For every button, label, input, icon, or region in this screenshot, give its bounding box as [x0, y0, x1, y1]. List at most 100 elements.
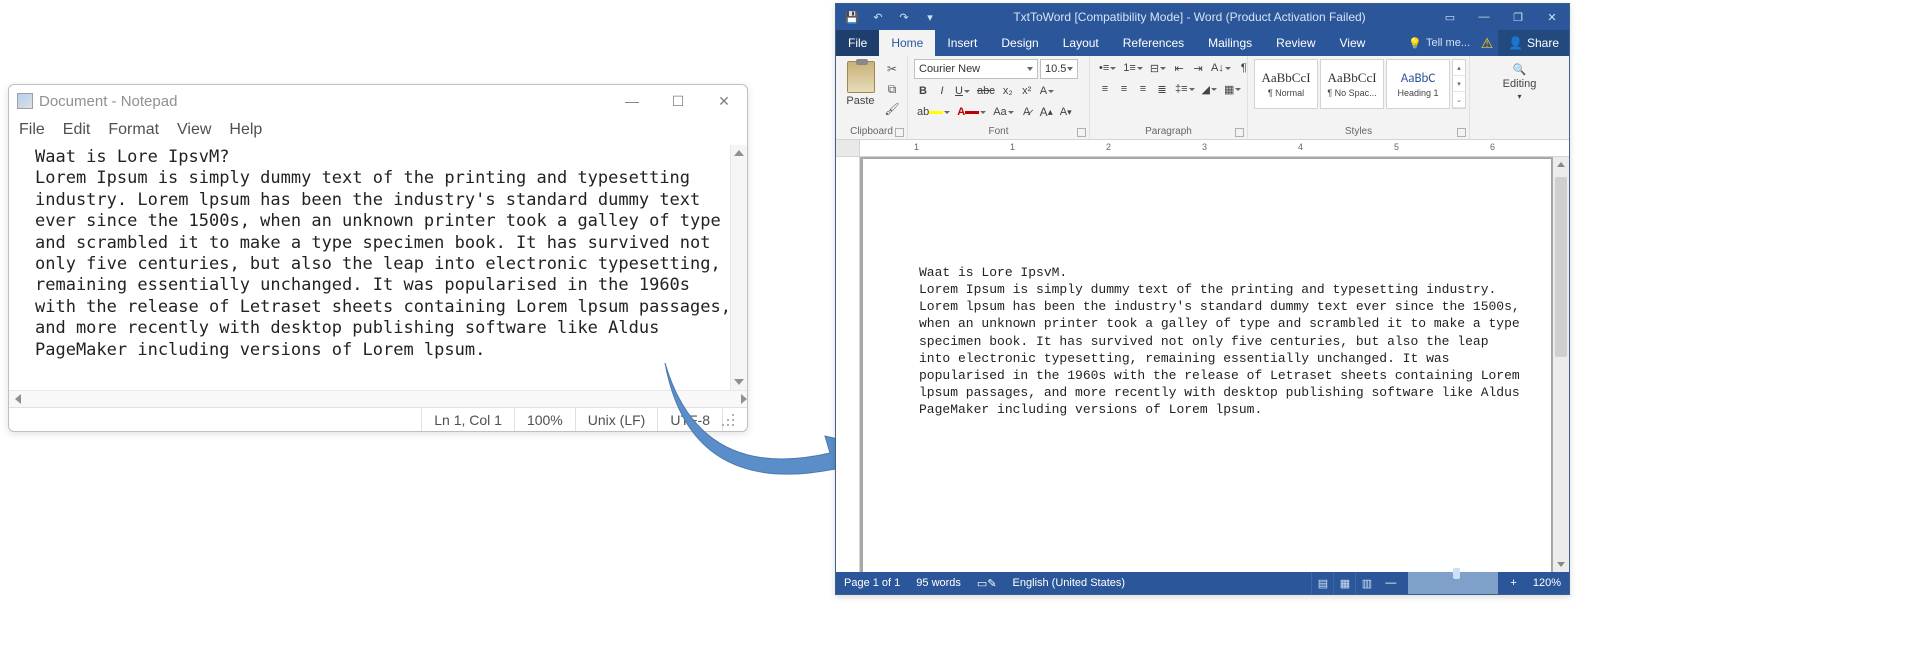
multilevel-button[interactable]: ⊟: [1147, 59, 1169, 77]
vertical-ruler[interactable]: [836, 157, 860, 572]
cut-icon[interactable]: ✂: [883, 61, 901, 77]
word-maximize-button[interactable]: ❐: [1501, 4, 1535, 30]
borders-button[interactable]: ▦: [1221, 80, 1244, 98]
paragraph-launcher-icon[interactable]: [1235, 128, 1244, 137]
tab-mailings[interactable]: Mailings: [1196, 30, 1264, 56]
close-button[interactable]: ✕: [701, 85, 747, 117]
font-launcher-icon[interactable]: [1077, 128, 1086, 137]
tab-layout[interactable]: Layout: [1051, 30, 1111, 56]
word-statusbar: Page 1 of 1 95 words ▭✎ English (United …: [836, 572, 1569, 594]
status-page[interactable]: Page 1 of 1: [836, 572, 908, 594]
styles-more-icon[interactable]: ▴▾⌄: [1452, 59, 1466, 109]
zoom-slider[interactable]: [1408, 572, 1498, 594]
ruler-row: 1 1 2 3 4 5 6: [836, 140, 1569, 157]
zoom-level[interactable]: 120%: [1525, 572, 1569, 594]
proofing-icon[interactable]: ▭✎: [969, 572, 1005, 594]
tab-review[interactable]: Review: [1264, 30, 1327, 56]
clipboard-launcher-icon[interactable]: [895, 128, 904, 137]
share-button[interactable]: 👤 Share: [1498, 30, 1569, 56]
align-right-button[interactable]: ≡: [1134, 80, 1152, 98]
notepad-vertical-scrollbar[interactable]: [730, 145, 747, 390]
print-layout-icon[interactable]: ▦: [1333, 572, 1355, 594]
styles-gallery[interactable]: AaBbCcI ¶ Normal AaBbCcI ¶ No Spac... Aa…: [1254, 59, 1466, 109]
bullets-button[interactable]: •≡: [1096, 59, 1119, 77]
notepad-title-text: Document - Notepad: [39, 93, 177, 110]
justify-button[interactable]: ≣: [1153, 80, 1171, 98]
ribbon-options-icon[interactable]: ▭: [1433, 4, 1467, 30]
tab-file[interactable]: File: [836, 30, 879, 56]
maximize-button[interactable]: ☐: [655, 85, 701, 117]
sort-button[interactable]: A↓: [1208, 59, 1234, 77]
copy-icon[interactable]: ⧉: [883, 81, 901, 97]
notepad-horizontal-scrollbar[interactable]: [9, 390, 747, 407]
warning-icon[interactable]: ⚠: [1476, 30, 1498, 56]
tell-me-search[interactable]: 💡 Tell me...: [1402, 30, 1476, 56]
format-painter-icon[interactable]: 🖌: [883, 101, 901, 117]
undo-icon[interactable]: ↶: [866, 5, 890, 29]
style-no-spacing[interactable]: AaBbCcI ¶ No Spac...: [1320, 59, 1384, 109]
tab-references[interactable]: References: [1111, 30, 1196, 56]
italic-button[interactable]: I: [933, 82, 951, 100]
style-normal[interactable]: AaBbCcI ¶ Normal: [1254, 59, 1318, 109]
scrollbar-thumb[interactable]: [1555, 177, 1567, 357]
numbering-button[interactable]: 1≡: [1120, 59, 1146, 77]
font-size-select[interactable]: 10.5: [1040, 59, 1078, 79]
grow-font-button[interactable]: A▴: [1037, 103, 1056, 121]
bold-button[interactable]: B: [914, 82, 932, 100]
strikethrough-button[interactable]: abc: [974, 82, 998, 100]
document-page[interactable]: Waat is Lore IpsvM. Lorem Ipsum is simpl…: [863, 159, 1551, 572]
shading-button[interactable]: ◢: [1199, 80, 1220, 98]
tab-home[interactable]: Home: [879, 30, 935, 56]
read-mode-icon[interactable]: ▤: [1311, 572, 1333, 594]
menu-help[interactable]: Help: [229, 121, 262, 139]
decrease-indent-button[interactable]: ⇤: [1170, 59, 1188, 77]
horizontal-ruler[interactable]: 1 1 2 3 4 5 6: [860, 140, 1569, 156]
highlight-button[interactable]: ab: [914, 103, 953, 121]
word-titlebar[interactable]: 💾 ↶ ↷ ▾ TxtToWord [Compatibility Mode] -…: [836, 4, 1569, 30]
notepad-titlebar[interactable]: Document - Notepad — ☐ ✕: [9, 85, 747, 117]
change-case-button[interactable]: Aa: [990, 103, 1016, 121]
tab-view[interactable]: View: [1328, 30, 1378, 56]
styles-launcher-icon[interactable]: [1457, 128, 1466, 137]
subscript-button[interactable]: x₂: [999, 82, 1017, 100]
save-icon[interactable]: 💾: [840, 5, 864, 29]
line-spacing-button[interactable]: ‡≡: [1172, 80, 1198, 98]
menu-edit[interactable]: Edit: [63, 121, 91, 139]
zoom-out-button[interactable]: —: [1377, 572, 1404, 594]
menu-view[interactable]: View: [177, 121, 211, 139]
editing-button[interactable]: 🔍 Editing ▾: [1497, 59, 1543, 105]
lightbulb-icon: 💡: [1408, 37, 1422, 50]
menu-format[interactable]: Format: [108, 121, 159, 139]
status-words[interactable]: 95 words: [908, 572, 969, 594]
align-left-button[interactable]: ≡: [1096, 80, 1114, 98]
qat-customize-icon[interactable]: ▾: [918, 5, 942, 29]
minimize-button[interactable]: —: [609, 85, 655, 117]
align-center-button[interactable]: ≡: [1115, 80, 1133, 98]
style-heading1[interactable]: AaBbC Heading 1: [1386, 59, 1450, 109]
clear-formatting-button[interactable]: A̷: [1018, 103, 1036, 121]
tab-design[interactable]: Design: [989, 30, 1050, 56]
text-effects-button[interactable]: A: [1037, 82, 1057, 100]
resize-grip-icon[interactable]: [722, 408, 747, 431]
status-language[interactable]: English (United States): [1005, 572, 1134, 594]
shrink-font-button[interactable]: A▾: [1057, 103, 1075, 121]
word-minimize-button[interactable]: —: [1467, 4, 1501, 30]
redo-icon[interactable]: ↷: [892, 5, 916, 29]
scroll-left-icon[interactable]: [9, 391, 26, 407]
status-encoding: UTF-8: [657, 408, 722, 431]
web-layout-icon[interactable]: ▥: [1355, 572, 1377, 594]
notepad-textarea[interactable]: Waat is Lore IpsvM? Lorem Ipsum is simpl…: [9, 145, 747, 390]
font-name-select[interactable]: Courier New: [914, 59, 1038, 79]
font-color-button[interactable]: A: [954, 103, 989, 121]
tab-insert[interactable]: Insert: [935, 30, 989, 56]
notepad-menubar: File Edit Format View Help: [9, 117, 747, 145]
scroll-right-icon[interactable]: [730, 391, 747, 407]
menu-file[interactable]: File: [19, 121, 45, 139]
word-close-button[interactable]: ✕: [1535, 4, 1569, 30]
underline-button[interactable]: U: [952, 82, 973, 100]
superscript-button[interactable]: x²: [1018, 82, 1036, 100]
increase-indent-button[interactable]: ⇥: [1189, 59, 1207, 77]
zoom-in-button[interactable]: +: [1502, 572, 1524, 594]
paste-button[interactable]: Paste: [842, 59, 879, 107]
word-vertical-scrollbar[interactable]: [1553, 157, 1569, 572]
